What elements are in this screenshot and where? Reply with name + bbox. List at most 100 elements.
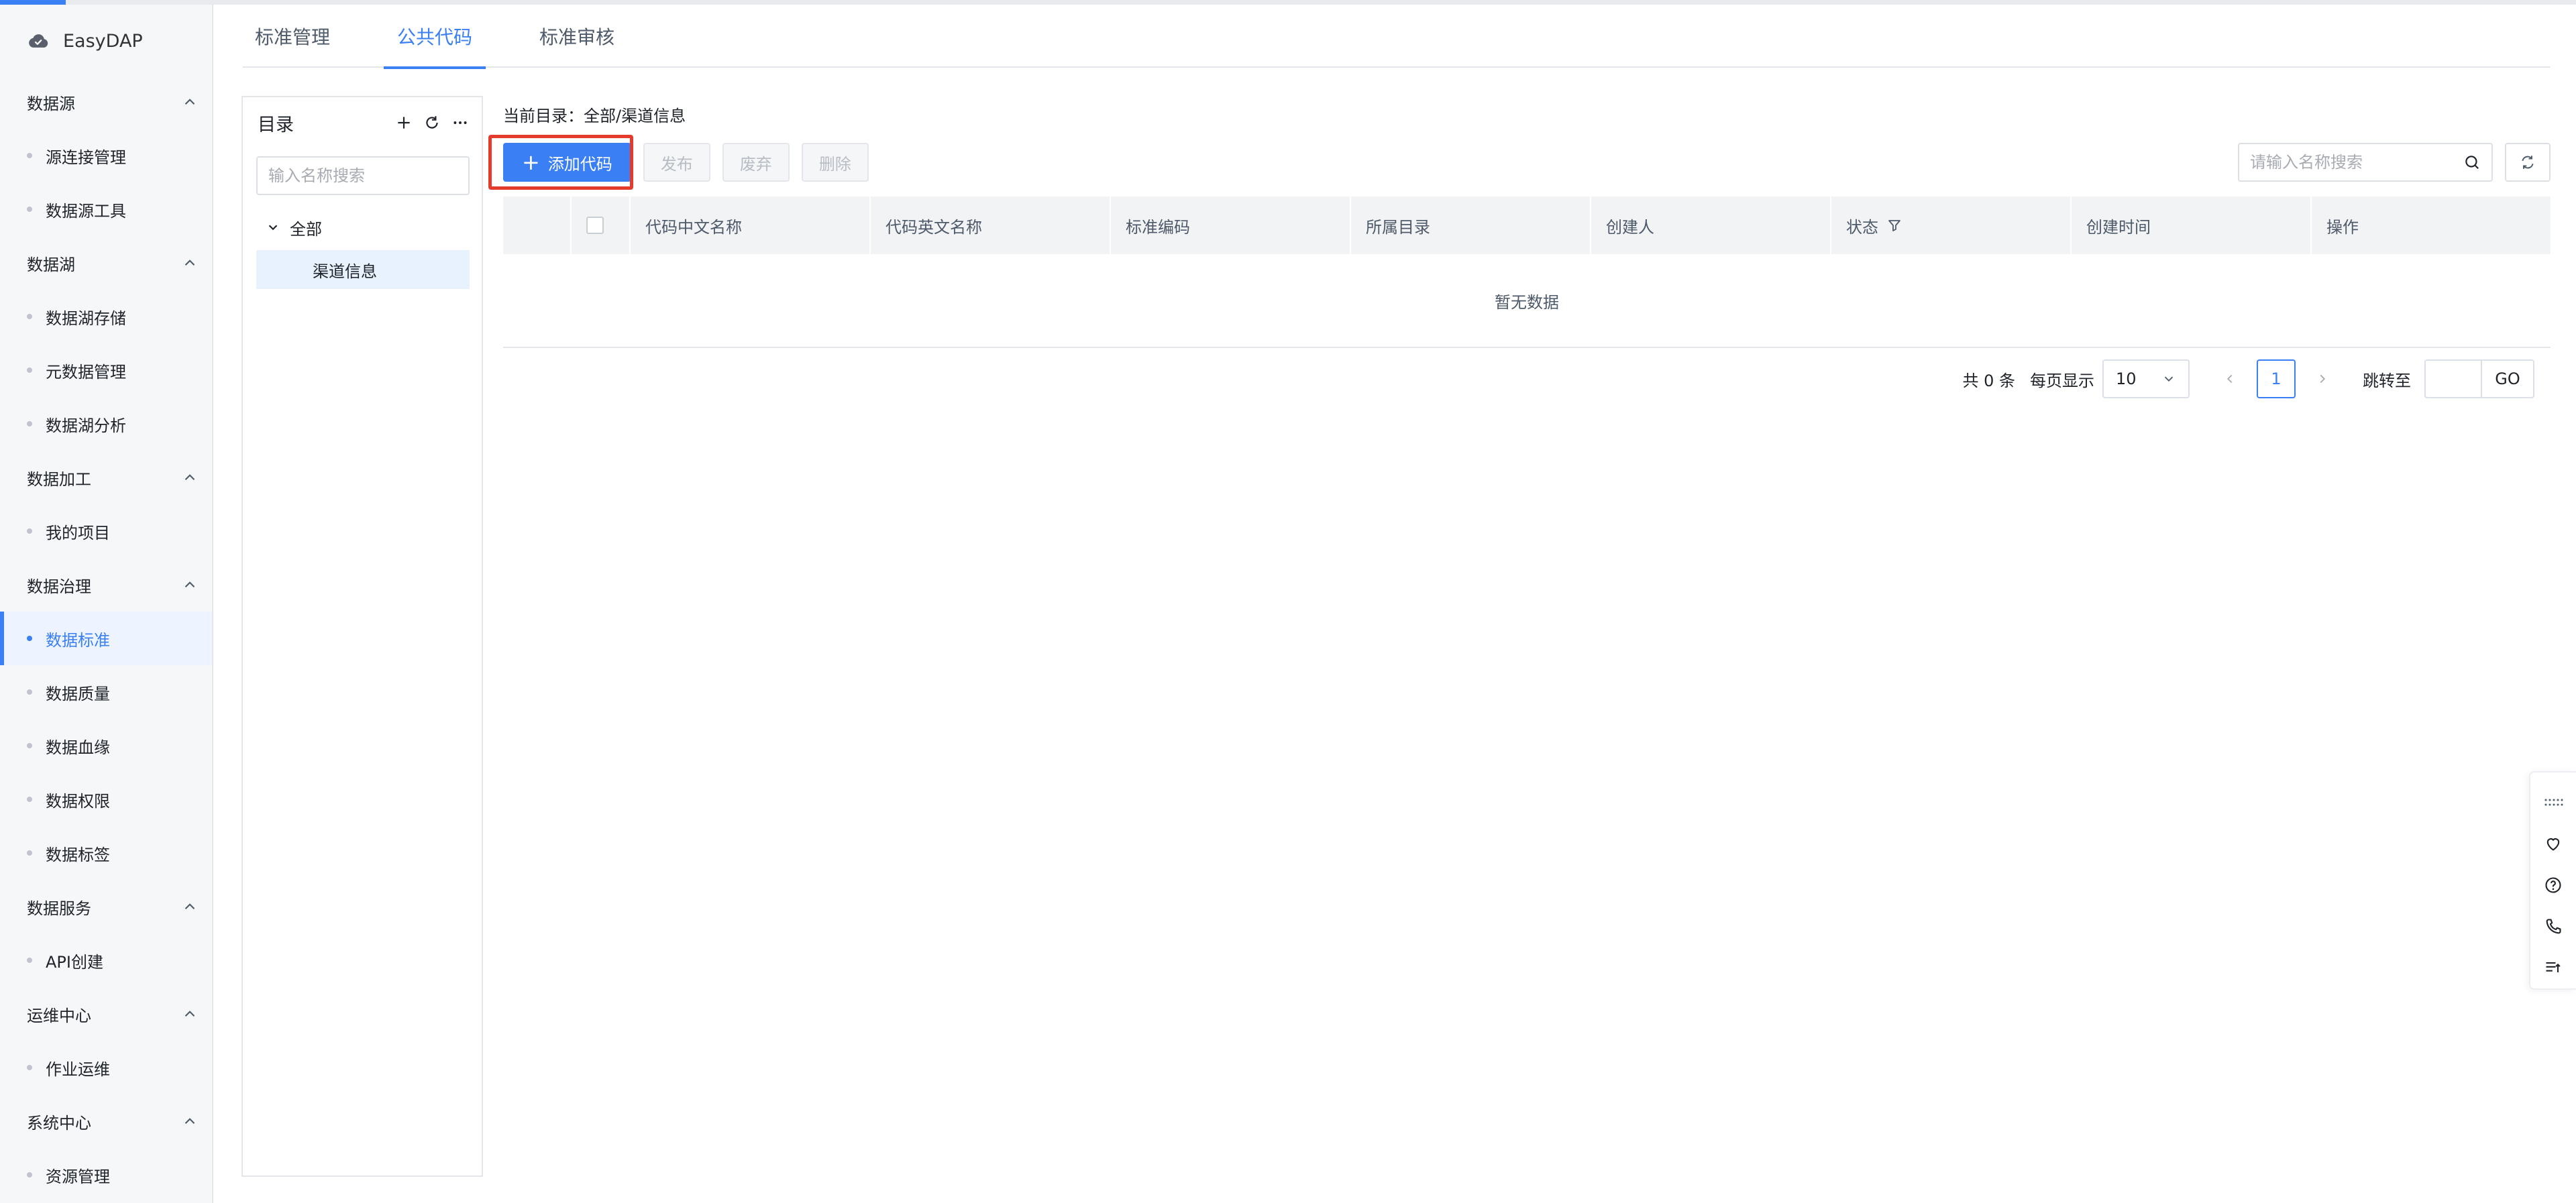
table-search-input[interactable]	[2250, 153, 2463, 172]
chevron-up-icon	[184, 474, 195, 481]
bullet-dot	[27, 153, 32, 158]
sidebar-item-data-lineage[interactable]: 数据血缘	[0, 719, 212, 772]
sidebar-item-label: 元数据管理	[46, 362, 126, 382]
page-size-label: 每页显示	[2030, 371, 2094, 390]
column-header-label: 状态	[1846, 217, 1878, 237]
app-name: EasyDAP	[63, 30, 143, 52]
column-header[interactable]: 操作	[2312, 196, 2551, 254]
bullet-dot	[27, 797, 32, 802]
sidebar-item-api-create[interactable]: API创建	[0, 933, 212, 987]
nav-group-label: 数据湖	[27, 255, 75, 274]
sidebar-item-label: 资源管理	[46, 1167, 110, 1186]
column-header[interactable]: 所属目录	[1351, 196, 1591, 254]
search-icon[interactable]	[2463, 154, 2481, 171]
tab-standard-review[interactable]: 标准审核	[526, 5, 628, 68]
bullet-dot	[27, 743, 32, 748]
nav-group-datalake[interactable]: 数据湖	[0, 236, 212, 290]
bullet-dot	[27, 528, 32, 534]
more-icon[interactable]	[451, 113, 470, 132]
column-header[interactable]: 创建人	[1591, 196, 1831, 254]
top-progress-bar	[0, 0, 2576, 5]
chevron-up-icon	[184, 260, 195, 266]
sidebar-item-data-standard[interactable]: 数据标准	[0, 612, 212, 665]
filter-icon[interactable]	[1886, 217, 1902, 233]
sidebar-item-datalake-storage[interactable]: 数据湖存储	[0, 290, 212, 343]
code-table: 代码中文名称 代码英文名称 标准编码 所属目录 创建人 状态 创建时间 操作 暂…	[503, 196, 2551, 348]
sidebar-item-data-quality[interactable]: 数据质量	[0, 665, 212, 719]
sidebar-item-label: 数据标准	[46, 630, 110, 650]
chevron-down-icon[interactable]	[266, 220, 280, 235]
sidebar-item-label: 我的项目	[46, 523, 110, 542]
abandon-button[interactable]: 废弃	[722, 143, 790, 182]
pagination: 共 0 条 每页显示 10 1 跳转至 GO	[1962, 359, 2534, 398]
jump-page-input[interactable]	[2424, 359, 2481, 398]
sidebar-item-my-projects[interactable]: 我的项目	[0, 504, 212, 558]
sidebar-item-datalake-analysis[interactable]: 数据湖分析	[0, 397, 212, 451]
jump-label: 跳转至	[2363, 371, 2411, 390]
nav-group-data-service[interactable]: 数据服务	[0, 880, 212, 933]
directory-search-input[interactable]	[268, 166, 470, 185]
add-code-label: 添加代码	[547, 154, 612, 174]
action-toolbar: + 添加代码 发布 废弃 删除	[488, 135, 869, 190]
main-content: 当前目录： 全部/渠道信息 + 添加代码 发布 废弃 删除 代码中文名称 代码英…	[488, 96, 2551, 1177]
sidebar-item-label: 作业运维	[46, 1059, 110, 1079]
page-size-select[interactable]: 10	[2102, 359, 2190, 398]
chevron-down-icon	[2164, 376, 2174, 382]
table-refresh-button[interactable]	[2505, 143, 2551, 182]
tab-public-code[interactable]: 公共代码	[384, 5, 486, 69]
refresh-icon[interactable]	[423, 113, 441, 132]
app-logo[interactable]: EasyDAP	[27, 25, 143, 57]
phone-icon[interactable]	[2530, 906, 2576, 948]
sidebar-item-resource-management[interactable]: 资源管理	[0, 1148, 212, 1202]
total-count: 共 0 条	[1962, 371, 2015, 390]
tree-node-all[interactable]: 全部	[256, 211, 322, 243]
sidebar-item-datasource-tools[interactable]: 数据源工具	[0, 182, 212, 236]
sidebar-item-label: 数据湖分析	[46, 416, 126, 435]
add-icon[interactable]	[394, 113, 413, 132]
column-header[interactable]: 代码英文名称	[871, 196, 1111, 254]
sidebar-item-source-connection[interactable]: 源连接管理	[0, 129, 212, 182]
publish-button[interactable]: 发布	[643, 143, 710, 182]
nav-group-system-center[interactable]: 系统中心	[0, 1094, 212, 1148]
column-header[interactable]: 代码中文名称	[631, 196, 871, 254]
nav-group-processing[interactable]: 数据加工	[0, 451, 212, 504]
list-icon[interactable]	[2530, 947, 2576, 988]
column-header[interactable]: 创建时间	[2072, 196, 2312, 254]
refresh-icon	[2522, 156, 2534, 169]
go-button[interactable]: GO	[2481, 359, 2534, 398]
chevron-up-icon	[184, 581, 195, 588]
chevron-right-icon	[2320, 374, 2326, 384]
bullet-dot	[27, 850, 32, 856]
table-tools	[2238, 143, 2551, 182]
sidebar: EasyDAP 数据源 源连接管理 数据源工具 数据湖 数据湖存储 元数据管理 …	[0, 5, 213, 1203]
sidebar-item-job-ops[interactable]: 作业运维	[0, 1041, 212, 1094]
prev-page-button[interactable]	[2216, 359, 2243, 398]
tree-node-channel-info[interactable]: 渠道信息	[256, 250, 470, 289]
sidebar-item-data-tags[interactable]: 数据标签	[0, 826, 212, 880]
grip-icon[interactable]	[2530, 782, 2576, 823]
sidebar-item-label: 数据源工具	[46, 201, 126, 221]
nav-group-datasource[interactable]: 数据源	[0, 75, 212, 129]
sidebar-item-data-permission[interactable]: 数据权限	[0, 772, 212, 826]
select-all-checkbox[interactable]	[586, 217, 604, 234]
table-empty-state: 暂无数据	[503, 254, 2551, 348]
directory-panel: 目录 全部 渠道信息	[241, 96, 483, 1177]
sidebar-item-label: 源连接管理	[46, 148, 126, 167]
sidebar-item-metadata[interactable]: 元数据管理	[0, 343, 212, 397]
column-header[interactable]: 标准编码	[1111, 196, 1351, 254]
add-code-button[interactable]: + 添加代码	[503, 143, 631, 182]
nav-group-ops-center[interactable]: 运维中心	[0, 987, 212, 1041]
help-icon[interactable]	[2530, 864, 2576, 906]
bullet-dot	[27, 1172, 32, 1178]
tab-standard-management[interactable]: 标准管理	[243, 5, 343, 68]
column-header-status[interactable]: 状态	[1831, 196, 2072, 254]
nav-group-label: 运维中心	[27, 1006, 91, 1025]
sidebar-nav: 数据源 源连接管理 数据源工具 数据湖 数据湖存储 元数据管理 数据湖分析 数据…	[0, 75, 212, 1202]
favorite-icon[interactable]	[2530, 823, 2576, 865]
next-page-button[interactable]	[2309, 359, 2336, 398]
delete-button[interactable]: 删除	[801, 143, 869, 182]
nav-group-governance[interactable]: 数据治理	[0, 558, 212, 612]
plus-icon: +	[522, 150, 540, 175]
page-number-current[interactable]: 1	[2257, 359, 2296, 398]
nav-group-label: 数据源	[27, 94, 75, 113]
